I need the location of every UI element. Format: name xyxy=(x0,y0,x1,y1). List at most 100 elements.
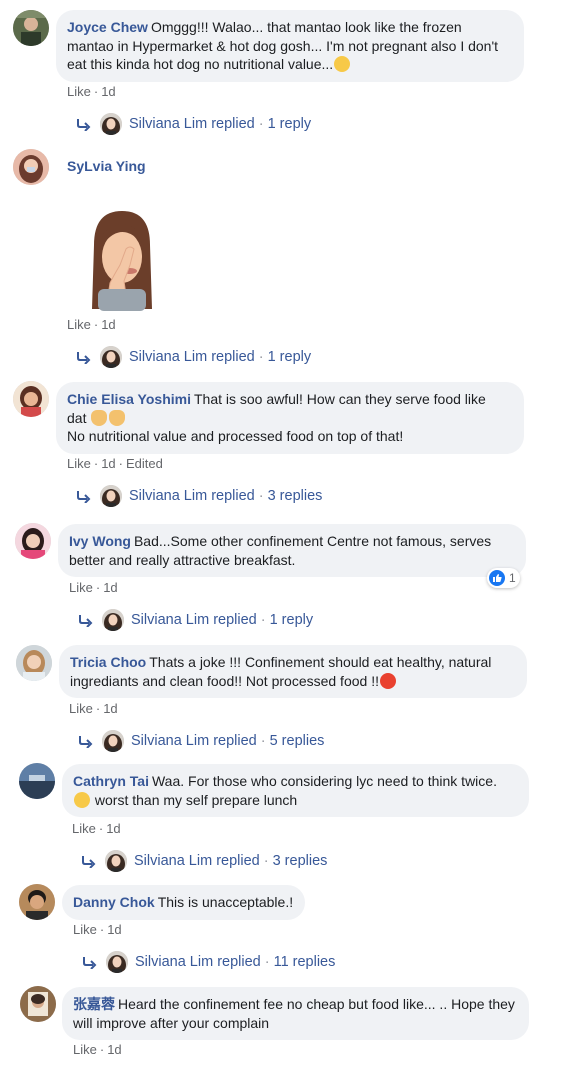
replier-name: Silviana Lim replied xyxy=(129,349,255,365)
timestamp[interactable]: 1d xyxy=(103,580,117,595)
edited-label[interactable]: Edited xyxy=(126,456,163,471)
commenter-name[interactable]: 张嘉蓉 xyxy=(73,996,115,1012)
replier-name: Silviana Lim replied xyxy=(135,954,261,970)
reply-arrow-icon xyxy=(76,350,92,364)
replies-link[interactable]: Silviana Lim replied · 1 reply xyxy=(76,345,311,369)
replies-link[interactable]: Silviana Lim replied · 11 replies xyxy=(82,950,335,974)
timestamp[interactable]: 1d xyxy=(106,821,120,836)
replier-name: Silviana Lim replied xyxy=(129,116,255,132)
comment-text-line2: worst than my self prepare lunch xyxy=(94,791,298,808)
like-button[interactable]: Like xyxy=(72,821,96,836)
replier-name: Silviana Lim replied xyxy=(131,733,257,749)
reply-arrow-icon xyxy=(76,117,92,131)
comment-meta: Like · 1d xyxy=(67,317,116,332)
commenter-name[interactable]: Danny Chok xyxy=(73,894,155,910)
reply-arrow-icon xyxy=(78,613,94,627)
timestamp[interactable]: 1d xyxy=(107,1042,121,1057)
comment-meta: Like · 1d xyxy=(72,821,121,836)
like-button[interactable]: Like xyxy=(69,701,93,716)
like-reaction-icon xyxy=(489,570,505,586)
reply-arrow-icon xyxy=(82,955,98,969)
commenter-name[interactable]: Tricia Choo xyxy=(70,654,146,670)
reply-count: 3 replies xyxy=(267,488,323,504)
avatar-silviana-lim xyxy=(100,113,122,135)
reaction-count: 1 xyxy=(509,571,516,585)
timestamp[interactable]: 1d xyxy=(107,922,121,937)
like-button[interactable]: Like xyxy=(67,456,91,471)
replies-link[interactable]: Silviana Lim replied · 3 replies xyxy=(81,849,327,873)
replies-link[interactable]: Silviana Lim replied · 1 reply xyxy=(78,608,313,632)
commenter-name[interactable]: SyLvia Ying xyxy=(67,158,146,174)
avatar-silviana-lim xyxy=(102,730,124,752)
commenter-name[interactable]: Chie Elisa Yoshimi xyxy=(67,391,191,407)
timestamp[interactable]: 1d xyxy=(101,84,115,99)
avatar-silviana-lim xyxy=(102,609,124,631)
replier-name: Silviana Lim replied xyxy=(129,488,255,504)
sad-emoji-icon xyxy=(334,56,351,72)
comment-meta: Like · 1d xyxy=(73,922,122,937)
avatar-tricia-choo[interactable] xyxy=(16,645,52,681)
reply-count: 3 replies xyxy=(272,853,328,869)
timestamp[interactable]: 1d xyxy=(103,701,117,716)
woman-gesturing-emoji-icon xyxy=(109,409,126,426)
avatar-silviana-lim xyxy=(100,485,122,507)
reply-count: 1 reply xyxy=(267,116,312,132)
comment-text: Bad...Some other confinement Centre not … xyxy=(69,533,492,568)
facepalm-woman-emoji-icon xyxy=(80,205,164,315)
reply-arrow-icon xyxy=(78,734,94,748)
like-button[interactable]: Like xyxy=(73,1042,97,1057)
replier-name: Silviana Lim replied xyxy=(134,853,260,869)
replier-name: Silviana Lim replied xyxy=(131,612,257,628)
timestamp[interactable]: 1d xyxy=(101,456,115,471)
like-button[interactable]: Like xyxy=(73,922,97,937)
commenter-name[interactable]: Ivy Wong xyxy=(69,533,131,549)
angry-emoji-icon xyxy=(379,672,396,689)
comment-meta: Like · 1d xyxy=(69,701,118,716)
reply-count: 11 replies xyxy=(273,954,336,970)
replies-link[interactable]: Silviana Lim replied · 3 replies xyxy=(76,484,322,508)
replies-link[interactable]: Silviana Lim replied · 5 replies xyxy=(78,729,324,753)
comment-meta: Like · 1d xyxy=(73,1042,122,1057)
replies-link[interactable]: Silviana Lim replied · 1 reply xyxy=(76,112,311,136)
woman-gesturing-emoji-icon xyxy=(91,409,108,426)
comment-meta: Like · 1d xyxy=(69,580,118,595)
avatar-silviana-lim xyxy=(100,346,122,368)
comment-bubble: Ivy Wong Bad...Some other confinement Cen… xyxy=(58,524,526,577)
like-button[interactable]: Like xyxy=(69,580,93,595)
comment-text-line1: That is soo awful! How can they serve fo… xyxy=(193,391,486,407)
reaction-count-badge[interactable]: 1 xyxy=(487,568,520,588)
reply-count: 1 reply xyxy=(269,612,314,628)
comment-meta: Like · 1d xyxy=(67,84,116,99)
comment-bubble: Danny Chok This is unacceptable.! xyxy=(62,885,306,920)
avatar-zhang-jiarong[interactable] xyxy=(20,986,56,1022)
avatar-silviana-lim xyxy=(105,850,127,872)
comment-text: This is unacceptable.! xyxy=(157,894,294,910)
avatar-chie-elisa-yoshimi[interactable] xyxy=(13,381,49,417)
avatar-cathryn-tai[interactable] xyxy=(19,763,55,799)
rofl-emoji-icon xyxy=(71,788,93,811)
commenter-name[interactable]: Joyce Chew xyxy=(67,19,148,35)
comment-text-line3: No nutritional value and processed food … xyxy=(67,428,404,444)
comment-bubble: 张嘉蓉 Heard the confinement fee no cheap bu… xyxy=(62,987,529,1040)
like-button[interactable]: Like xyxy=(67,317,91,332)
commenter-name[interactable]: Cathryn Tai xyxy=(73,773,149,789)
comment-text-line1: Waa. For those who considering lyc need … xyxy=(151,773,497,789)
comment-bubble: Joyce Chew Omggg!!! Walao... that mantao … xyxy=(56,10,524,82)
like-button[interactable]: Like xyxy=(67,84,91,99)
comment-bubble: Cathryn Tai Waa. For those who considerin… xyxy=(62,764,529,817)
avatar-silviana-lim xyxy=(106,951,128,973)
comment-text-line2: dat xyxy=(67,409,87,426)
timestamp[interactable]: 1d xyxy=(101,317,115,332)
avatar-ivy-wong[interactable] xyxy=(15,523,51,559)
avatar-sylvia-ying[interactable] xyxy=(13,149,49,185)
comment-bubble: Chie Elisa Yoshimi That is soo awful! How… xyxy=(56,382,524,454)
comment-meta: Like · 1d · Edited xyxy=(67,456,163,471)
reply-arrow-icon xyxy=(76,489,92,503)
comment-bubble: Tricia Choo Thats a joke !!! Confinement … xyxy=(59,645,527,698)
reply-count: 1 reply xyxy=(267,349,312,365)
comment-text: Heard the confinement fee no cheap but f… xyxy=(73,996,515,1031)
reply-count: 5 replies xyxy=(269,733,325,749)
avatar-joyce-chew[interactable] xyxy=(13,10,49,46)
comment-feed: Joyce Chew Omggg!!! Walao... that mantao … xyxy=(0,0,562,1070)
avatar-danny-chok[interactable] xyxy=(19,884,55,920)
